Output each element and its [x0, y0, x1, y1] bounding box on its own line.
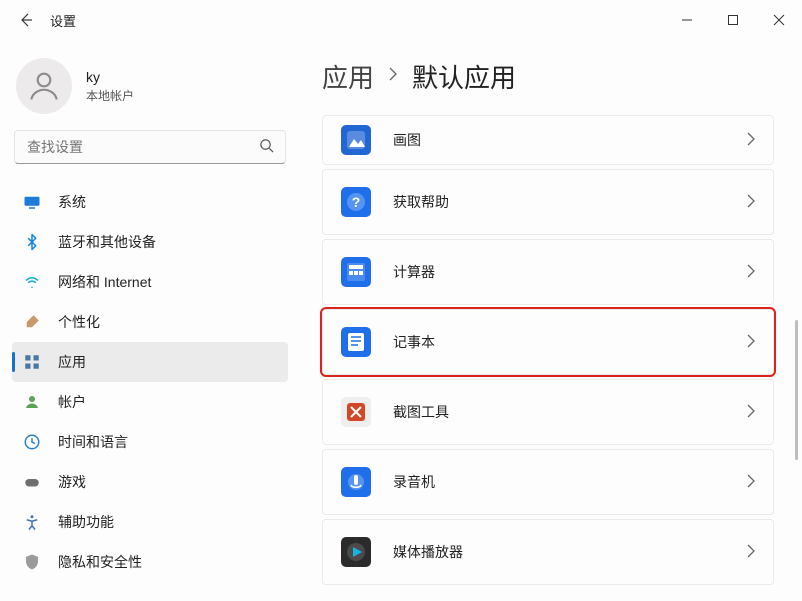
app-icon — [341, 125, 371, 155]
app-icon — [341, 537, 371, 567]
app-label: 计算器 — [393, 262, 435, 282]
arrow-left-icon — [18, 12, 34, 28]
chevron-right-icon — [746, 132, 755, 149]
sidebar-item-label: 蓝牙和其他设备 — [58, 232, 156, 252]
sidebar-item-6[interactable]: 时间和语言 — [12, 422, 288, 462]
sidebar-item-label: 隐私和安全性 — [58, 552, 142, 572]
shield-icon — [22, 552, 42, 572]
search-wrap — [14, 130, 286, 164]
app-item-2[interactable]: 计算器 — [322, 239, 774, 305]
breadcrumb: 应用 默认应用 — [322, 58, 792, 95]
main: 应用 默认应用 画图 ? 获取帮助 计算器 记事本 截图工具 — [300, 40, 802, 601]
sidebar-item-label: 个性化 — [58, 312, 100, 332]
chevron-right-icon — [746, 404, 755, 421]
person-icon — [22, 392, 42, 412]
display-icon — [22, 192, 42, 212]
search-icon — [259, 138, 274, 156]
chevron-right-icon — [746, 264, 755, 281]
app-label: 截图工具 — [393, 402, 449, 422]
gamepad-icon — [22, 472, 42, 492]
chevron-right-icon — [746, 474, 755, 491]
app-icon — [341, 397, 371, 427]
scrollbar-thumb[interactable] — [795, 320, 798, 460]
app-icon — [341, 257, 371, 287]
breadcrumb-current: 默认应用 — [412, 58, 516, 95]
chevron-right-icon — [746, 334, 755, 351]
person-icon — [26, 68, 62, 104]
maximize-icon — [727, 14, 739, 26]
app-label: 录音机 — [393, 472, 435, 492]
app-icon — [341, 467, 371, 497]
maximize-button[interactable] — [710, 0, 756, 40]
sidebar-item-7[interactable]: 游戏 — [12, 462, 288, 502]
sidebar-item-2[interactable]: 网络和 Internet — [12, 262, 288, 302]
svg-text:?: ? — [352, 194, 361, 210]
sidebar-item-3[interactable]: 个性化 — [12, 302, 288, 342]
wifi-icon — [22, 272, 42, 292]
minimize-icon — [681, 14, 693, 26]
close-button[interactable] — [756, 0, 802, 40]
sidebar-item-4[interactable]: 应用 — [12, 342, 288, 382]
sidebar-item-5[interactable]: 帐户 — [12, 382, 288, 422]
window-controls — [664, 0, 802, 40]
sidebar-item-label: 系统 — [58, 192, 86, 212]
app-icon — [341, 327, 371, 357]
account-subtitle: 本地帐户 — [86, 87, 134, 104]
close-icon — [773, 14, 785, 26]
apps-icon — [22, 352, 42, 372]
app-item-3[interactable]: 记事本 — [322, 309, 774, 375]
account-block[interactable]: ky 本地帐户 — [12, 50, 288, 128]
sidebar-item-label: 辅助功能 — [58, 512, 114, 532]
account-name: ky — [86, 69, 134, 85]
app-label: 获取帮助 — [393, 192, 449, 212]
clock-icon — [22, 432, 42, 452]
window-title: 设置 — [50, 11, 76, 30]
sidebar-item-label: 网络和 Internet — [58, 272, 151, 292]
chevron-right-icon — [746, 544, 755, 561]
sidebar-item-9[interactable]: 隐私和安全性 — [12, 542, 288, 582]
sidebar-item-1[interactable]: 蓝牙和其他设备 — [12, 222, 288, 262]
app-item-4[interactable]: 截图工具 — [322, 379, 774, 445]
sidebar-item-label: 游戏 — [58, 472, 86, 492]
breadcrumb-parent[interactable]: 应用 — [322, 58, 374, 95]
app-item-5[interactable]: 录音机 — [322, 449, 774, 515]
app-item-6[interactable]: 媒体播放器 — [322, 519, 774, 585]
sidebar-item-0[interactable]: 系统 — [12, 182, 288, 222]
minimize-button[interactable] — [664, 0, 710, 40]
accessibility-icon — [22, 512, 42, 532]
app-label: 媒体播放器 — [393, 542, 463, 562]
chevron-right-icon — [746, 194, 755, 211]
app-item-0[interactable]: 画图 — [322, 115, 774, 165]
app-item-1[interactable]: ? 获取帮助 — [322, 169, 774, 235]
search-input[interactable] — [14, 130, 286, 164]
app-label: 画图 — [393, 130, 421, 150]
bluetooth-icon — [22, 232, 42, 252]
app-list: 画图 ? 获取帮助 计算器 记事本 截图工具 录音机 媒体播放器 — [322, 115, 792, 585]
app-label: 记事本 — [393, 332, 435, 352]
sidebar-item-label: 时间和语言 — [58, 432, 128, 452]
sidebar-item-label: 应用 — [58, 352, 86, 372]
avatar — [16, 58, 72, 114]
back-button[interactable] — [16, 10, 36, 30]
nav: 系统 蓝牙和其他设备 网络和 Internet 个性化 应用 帐户 时间和语言 … — [12, 182, 288, 582]
sidebar-item-8[interactable]: 辅助功能 — [12, 502, 288, 542]
brush-icon — [22, 312, 42, 332]
sidebar-item-label: 帐户 — [58, 392, 86, 412]
titlebar: 设置 — [0, 0, 802, 40]
sidebar: ky 本地帐户 系统 蓝牙和其他设备 网络和 Internet 个性化 应用 帐… — [0, 40, 300, 601]
app-icon: ? — [341, 187, 371, 217]
chevron-right-icon — [388, 67, 398, 86]
